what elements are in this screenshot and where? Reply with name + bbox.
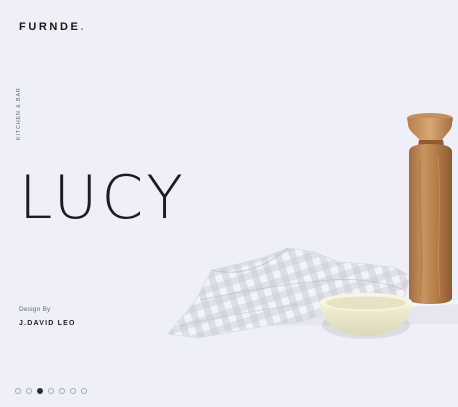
slide-pager (15, 388, 87, 394)
pager-dot-6[interactable] (70, 388, 76, 394)
pager-dot-4[interactable] (48, 388, 54, 394)
pager-dot-5[interactable] (59, 388, 65, 394)
pager-dot-2[interactable] (26, 388, 32, 394)
hero-slide: FURNDE. KITCHEN & BAR LUCY Design By J.D… (0, 0, 458, 407)
pager-dot-1[interactable] (15, 388, 21, 394)
product-image (167, 113, 458, 339)
pager-dot-3-active[interactable] (37, 388, 43, 394)
pager-dot-7[interactable] (81, 388, 87, 394)
